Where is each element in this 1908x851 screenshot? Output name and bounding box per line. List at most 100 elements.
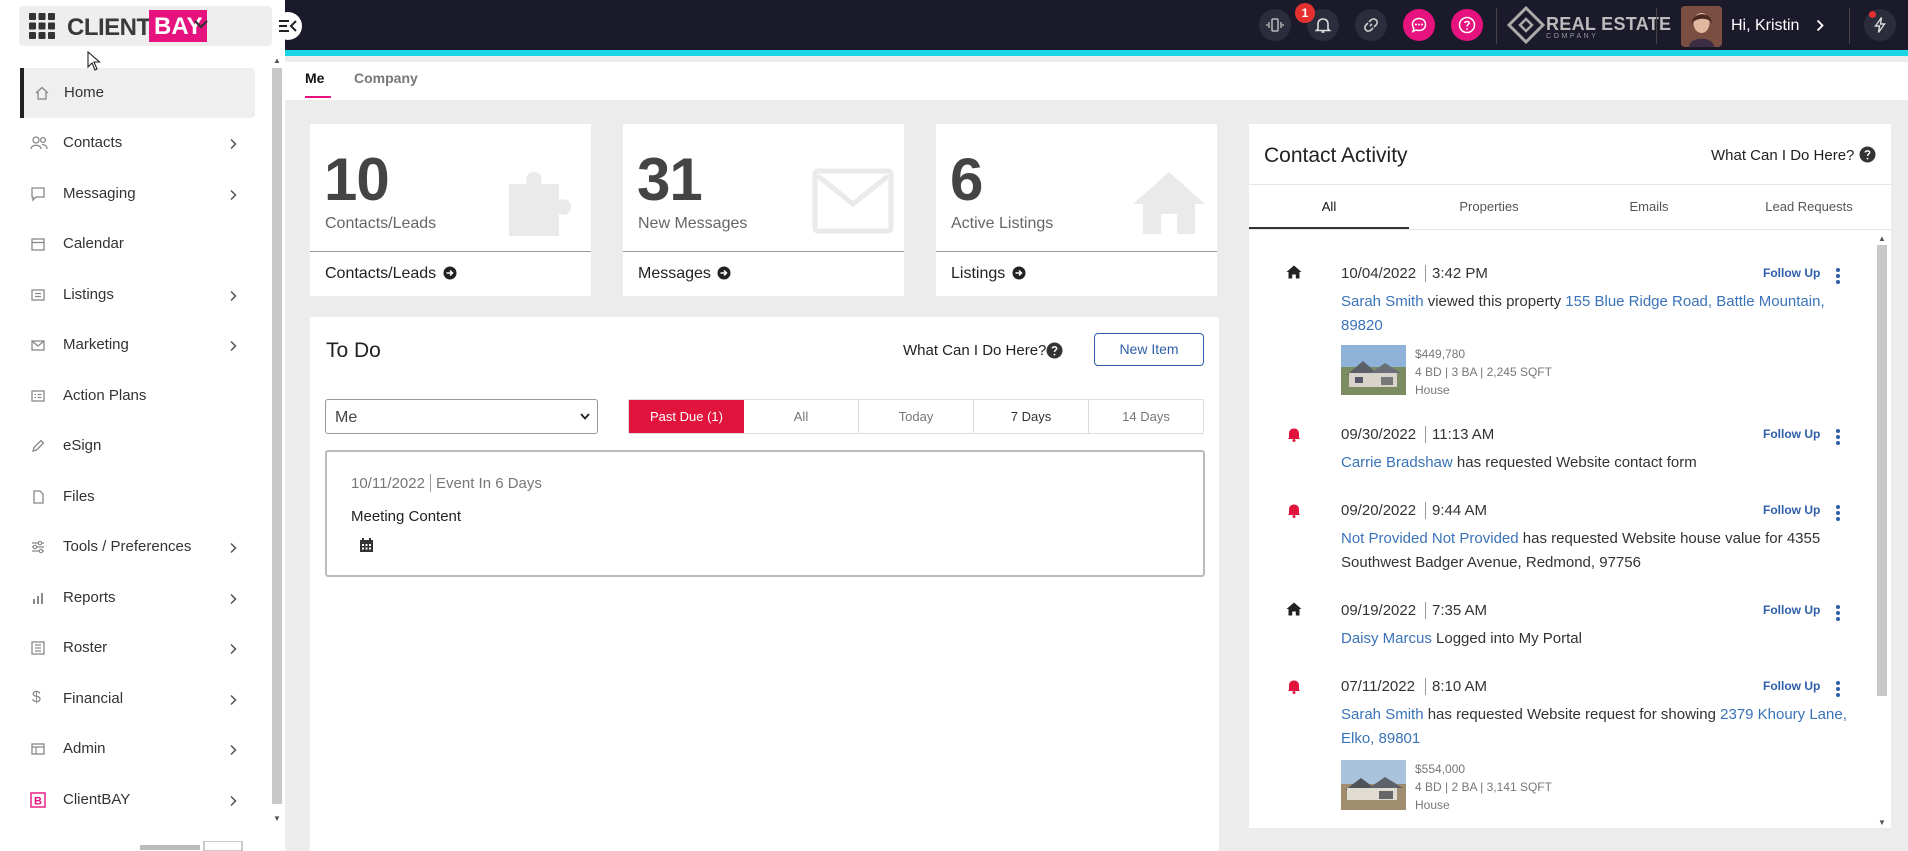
phone-vibrate-button[interactable] bbox=[1259, 9, 1291, 41]
sidebar-item-listings[interactable]: Listings bbox=[20, 270, 255, 320]
sidebar-item-calendar[interactable]: Calendar bbox=[20, 219, 255, 269]
sidebar-item-label: Contacts bbox=[63, 134, 123, 151]
question-circle-icon[interactable] bbox=[1859, 146, 1876, 163]
sidebar-item-financial[interactable]: $ Financial bbox=[20, 674, 255, 724]
sidebar-item-action-plans[interactable]: Action Plans bbox=[20, 371, 255, 421]
alert-dot bbox=[1869, 11, 1876, 18]
tab-me[interactable]: Me bbox=[305, 70, 331, 98]
property-summary[interactable]: $449,780 4 BD | 3 BA | 2,245 SQFT House bbox=[1341, 345, 1641, 397]
more-vertical-icon[interactable] bbox=[1835, 267, 1841, 285]
property-summary[interactable]: $554,000 4 BD | 2 BA | 3,141 SQFT House bbox=[1341, 760, 1641, 812]
activity-tab-lead-requests[interactable]: Lead Requests bbox=[1729, 185, 1889, 229]
activity-date: 09/30/2022 bbox=[1341, 426, 1417, 443]
messages-link[interactable]: Messages bbox=[638, 265, 731, 283]
follow-up-button[interactable]: Follow Up bbox=[1763, 603, 1820, 617]
sidebar-item-label: ClientBAY bbox=[63, 791, 131, 808]
stat-number: 10 bbox=[324, 146, 390, 213]
property-photo bbox=[1341, 345, 1406, 395]
house-icon bbox=[1286, 265, 1302, 279]
contact-link[interactable]: Not Provided Not Provided bbox=[1341, 530, 1519, 547]
sidebar-item-roster[interactable]: Roster bbox=[20, 623, 255, 673]
follow-up-button[interactable]: Follow Up bbox=[1763, 503, 1820, 517]
sidebar-item-label: Home bbox=[64, 84, 105, 101]
user-avatar[interactable] bbox=[1681, 6, 1722, 47]
filter-all[interactable]: All bbox=[744, 400, 859, 433]
bell-icon bbox=[1287, 680, 1301, 694]
activity-tab-emails[interactable]: Emails bbox=[1569, 185, 1729, 229]
listings-link[interactable]: Listings bbox=[951, 265, 1026, 283]
tab-company[interactable]: Company bbox=[354, 70, 418, 86]
more-vertical-icon[interactable] bbox=[1835, 680, 1841, 698]
contact-link[interactable]: Sarah Smith bbox=[1341, 293, 1424, 310]
sidebar-item-label: Admin bbox=[63, 740, 106, 757]
filter-past-due[interactable]: Past Due (1) bbox=[629, 400, 744, 433]
todo-help-link[interactable]: What Can I Do Here? bbox=[903, 342, 1046, 359]
collapse-menu-icon bbox=[279, 20, 297, 32]
more-vertical-icon[interactable] bbox=[1835, 504, 1841, 522]
company-logo-icon bbox=[1507, 6, 1545, 45]
activity-tab-all[interactable]: All bbox=[1249, 185, 1409, 229]
contact-link[interactable]: Daisy Marcus bbox=[1341, 630, 1432, 647]
chevron-right-icon bbox=[230, 340, 237, 352]
scroll-thumb[interactable] bbox=[1877, 245, 1887, 696]
sidebar-item-files[interactable]: Files bbox=[20, 472, 255, 522]
question-circle-icon bbox=[1458, 16, 1476, 34]
sidebar-item-clientbay[interactable]: B ClientBAY bbox=[20, 775, 255, 825]
follow-up-button[interactable]: Follow Up bbox=[1763, 427, 1820, 441]
svg-text:B: B bbox=[34, 796, 42, 808]
filter-today[interactable]: Today bbox=[859, 400, 974, 433]
stat-number: 31 bbox=[637, 146, 703, 213]
contact-link[interactable]: Carrie Bradshaw bbox=[1341, 454, 1453, 471]
sidebar-item-label: eSign bbox=[63, 437, 102, 454]
follow-up-button[interactable]: Follow Up bbox=[1763, 266, 1820, 280]
collapse-sidebar-button[interactable] bbox=[274, 12, 302, 40]
scroll-up-arrow-icon[interactable]: ▲ bbox=[1878, 234, 1886, 243]
activity-tab-properties[interactable]: Properties bbox=[1409, 185, 1569, 229]
sidebar-item-contacts[interactable]: Contacts bbox=[20, 118, 255, 168]
scroll-up-arrow-icon[interactable]: ▲ bbox=[273, 56, 281, 65]
activity-time: 9:44 AM bbox=[1432, 502, 1488, 519]
sidebar-item-label: Reports bbox=[63, 589, 116, 606]
filter-14-days[interactable]: 14 Days bbox=[1089, 400, 1203, 433]
more-vertical-icon[interactable] bbox=[1835, 604, 1841, 622]
sidebar-scrollbar[interactable]: ▲ ▼ bbox=[271, 56, 283, 826]
todo-title: To Do bbox=[326, 339, 381, 362]
link-button[interactable] bbox=[1355, 9, 1387, 41]
sidebar-item-marketing[interactable]: Marketing bbox=[20, 320, 255, 370]
new-item-button[interactable]: New Item bbox=[1094, 333, 1204, 366]
follow-up-button[interactable]: Follow Up bbox=[1763, 679, 1820, 693]
people-icon bbox=[30, 136, 48, 150]
more-vertical-icon[interactable] bbox=[1835, 428, 1841, 446]
contact-link[interactable]: Sarah Smith bbox=[1341, 706, 1424, 723]
sidebar-item-home[interactable]: Home bbox=[20, 68, 255, 118]
activity-date: 09/19/2022 bbox=[1341, 602, 1417, 619]
activity-help-link[interactable]: What Can I Do Here? bbox=[1711, 147, 1854, 164]
sidebar-item-tools[interactable]: Tools / Preferences bbox=[20, 522, 255, 572]
sidebar-item-label: Tools / Preferences bbox=[63, 538, 192, 555]
filter-7-days[interactable]: 7 Days bbox=[974, 400, 1089, 433]
scroll-thumb[interactable] bbox=[272, 68, 282, 804]
assignee-select[interactable]: Me bbox=[325, 399, 598, 434]
company-name: REAL ESTATE bbox=[1546, 14, 1672, 34]
help-button[interactable] bbox=[1451, 9, 1483, 41]
sliders-icon bbox=[32, 540, 44, 554]
sidebar-item-esign[interactable]: eSign bbox=[20, 421, 255, 471]
card-divider bbox=[310, 251, 591, 252]
scroll-down-arrow-icon[interactable]: ▼ bbox=[1878, 818, 1886, 827]
activity-text: Daisy Marcus Logged into My Portal bbox=[1341, 627, 1851, 651]
sidebar-item-reports[interactable]: Reports bbox=[20, 573, 255, 623]
chat-button[interactable] bbox=[1403, 9, 1435, 41]
scroll-down-arrow-icon[interactable]: ▼ bbox=[273, 814, 281, 823]
question-circle-icon[interactable] bbox=[1046, 342, 1063, 359]
activity-scrollbar[interactable]: ▲ ▼ bbox=[1876, 234, 1888, 828]
activity-date: 10/04/2022 bbox=[1341, 265, 1417, 282]
todo-event-card[interactable]: 10/11/2022 Event In 6 Days Meeting Conte… bbox=[325, 450, 1205, 577]
contacts-leads-link[interactable]: Contacts/Leads bbox=[325, 265, 457, 283]
activity-title: Contact Activity bbox=[1264, 144, 1408, 167]
brand-switcher[interactable]: CLIENT BAY bbox=[19, 6, 272, 46]
sidebar-item-messaging[interactable]: Messaging bbox=[20, 169, 255, 219]
sidebar-item-admin[interactable]: Admin bbox=[20, 724, 255, 774]
bar-chart-icon bbox=[33, 593, 43, 604]
user-greeting[interactable]: Hi, Kristin bbox=[1731, 17, 1799, 35]
view-tabs: Me Company bbox=[285, 62, 1908, 100]
